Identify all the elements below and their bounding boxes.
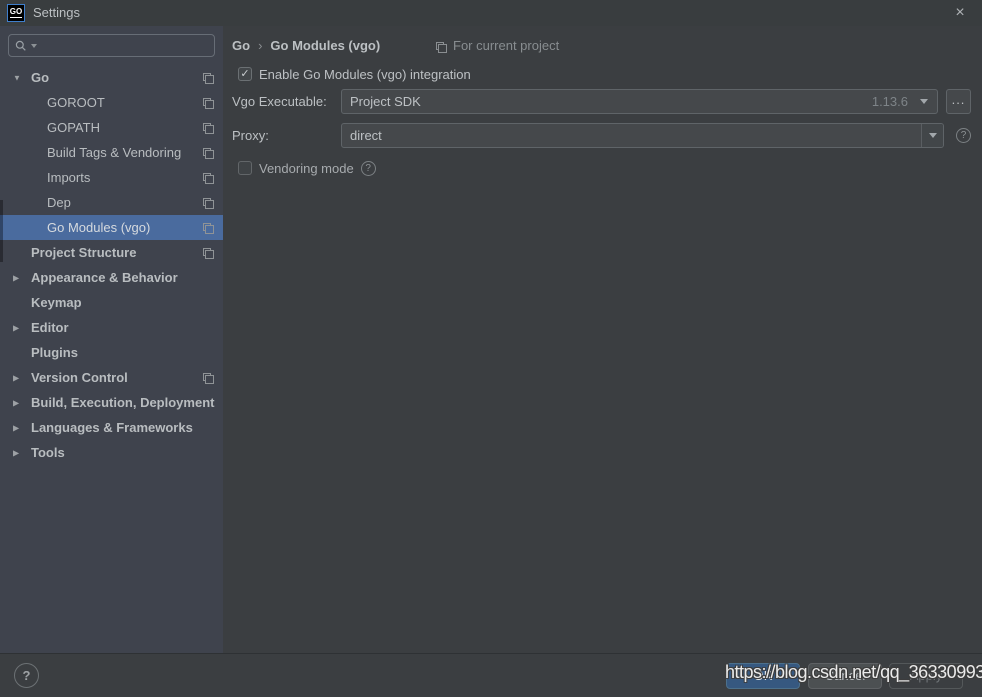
vendoring-mode-checkbox[interactable] xyxy=(238,161,252,175)
sidebar-item-label: Version Control xyxy=(31,370,128,385)
sidebar-item-label: Keymap xyxy=(31,295,82,310)
sidebar-item-label: Editor xyxy=(31,320,69,335)
breadcrumb-go[interactable]: Go xyxy=(232,38,250,53)
sidebar-item-label: Go Modules (vgo) xyxy=(47,220,150,235)
sidebar-item-tools[interactable]: ▶ Tools xyxy=(0,440,223,465)
per-project-settings-icon xyxy=(202,172,214,184)
sidebar-item-dep[interactable]: Dep xyxy=(0,190,223,215)
sidebar-item-label: GOROOT xyxy=(47,95,105,110)
sidebar-item-label: Go xyxy=(31,70,49,85)
enable-go-modules-label: Enable Go Modules (vgo) integration xyxy=(259,67,471,82)
per-project-settings-icon xyxy=(202,147,214,159)
settings-tree: ▼ Go GOROOT GOPATH Build Tags & Vendoring Imp… xyxy=(0,65,223,465)
per-project-settings-icon xyxy=(202,72,214,84)
sidebar-item-go[interactable]: ▼ Go xyxy=(0,65,223,90)
sidebar-item-label: Appearance & Behavior xyxy=(31,270,178,285)
sidebar-item-imports[interactable]: Imports xyxy=(0,165,223,190)
sidebar-item-languages-frameworks[interactable]: ▶ Languages & Frameworks xyxy=(0,415,223,440)
proxy-help-icon[interactable]: ? xyxy=(956,128,971,143)
sidebar-item-label: Build Tags & Vendoring xyxy=(47,145,181,160)
proxy-label: Proxy: xyxy=(232,123,269,148)
browse-button[interactable]: ... xyxy=(946,89,971,114)
sidebar-item-project-structure[interactable]: Project Structure xyxy=(0,240,223,265)
sidebar-item-appearance-behavior[interactable]: ▶ Appearance & Behavior xyxy=(0,265,223,290)
scope-label: For current project xyxy=(453,38,559,53)
sidebar-item-plugins[interactable]: Plugins xyxy=(0,340,223,365)
proxy-combobox[interactable]: direct xyxy=(341,123,944,148)
per-project-settings-icon xyxy=(202,122,214,134)
chevron-right-icon[interactable]: ▶ xyxy=(13,273,19,282)
window-titlebar: GO Settings × xyxy=(0,0,982,26)
per-project-settings-icon xyxy=(435,41,447,53)
settings-search-input[interactable] xyxy=(37,39,214,53)
breadcrumb-go-modules: Go Modules (vgo) xyxy=(270,38,380,53)
vendoring-mode-row: Vendoring mode ? xyxy=(238,160,376,176)
settings-search-box[interactable] xyxy=(8,34,215,57)
watermark-text: https://blog.csdn.net/qq_36330993 xyxy=(725,662,982,683)
sidebar-item-label: Build, Execution, Deployment xyxy=(31,395,214,410)
sidebar-item-label: GOPATH xyxy=(47,120,100,135)
sidebar-item-label: Dep xyxy=(47,195,71,210)
vendoring-help-icon[interactable]: ? xyxy=(361,161,376,176)
breadcrumb: Go › Go Modules (vgo) xyxy=(232,36,380,54)
sdk-version: 1.13.6 xyxy=(872,94,908,109)
chevron-down-icon[interactable]: ▼ xyxy=(13,73,21,82)
sidebar-item-label: Tools xyxy=(31,445,65,460)
check-icon: ✓ xyxy=(240,69,249,80)
sidebar-item-label: Imports xyxy=(47,170,90,185)
sidebar-item-goroot[interactable]: GOROOT xyxy=(0,90,223,115)
sidebar-item-label: Languages & Frameworks xyxy=(31,420,193,435)
per-project-settings-icon xyxy=(202,247,214,259)
settings-content-panel: Go › Go Modules (vgo) For current projec… xyxy=(223,26,982,653)
close-icon[interactable]: × xyxy=(950,0,970,26)
per-project-settings-icon xyxy=(202,97,214,109)
chevron-right-icon[interactable]: ▶ xyxy=(13,398,19,407)
chevron-right-icon[interactable]: ▶ xyxy=(13,423,19,432)
chevron-right-icon[interactable]: ▶ xyxy=(13,448,19,457)
sidebar-item-version-control[interactable]: ▶ Version Control xyxy=(0,365,223,390)
per-project-settings-icon xyxy=(202,372,214,384)
sidebar-item-go-modules-vgo[interactable]: Go Modules (vgo) xyxy=(0,215,223,240)
breadcrumb-separator-icon: › xyxy=(258,38,262,53)
proxy-value: direct xyxy=(342,128,921,143)
vgo-executable-label: Vgo Executable: xyxy=(232,89,327,114)
sidebar-item-editor[interactable]: ▶ Editor xyxy=(0,315,223,340)
sidebar-item-keymap[interactable]: Keymap xyxy=(0,290,223,315)
search-icon xyxy=(15,40,27,52)
per-project-settings-icon xyxy=(202,197,214,209)
goland-logo-icon: GO xyxy=(7,4,25,22)
chevron-down-icon xyxy=(929,133,937,138)
sidebar-item-label: Plugins xyxy=(31,345,78,360)
sidebar-item-gopath[interactable]: GOPATH xyxy=(0,115,223,140)
sidebar-scrollbar[interactable] xyxy=(0,200,3,262)
enable-go-modules-row: ✓ Enable Go Modules (vgo) integration xyxy=(238,66,471,82)
vendoring-mode-label: Vendoring mode xyxy=(259,161,354,176)
sidebar-item-build-execution-deployment[interactable]: ▶ Build, Execution, Deployment xyxy=(0,390,223,415)
proxy-dropdown-button[interactable] xyxy=(921,124,943,147)
per-project-settings-icon xyxy=(202,222,214,234)
help-button[interactable]: ? xyxy=(14,663,39,688)
chevron-right-icon[interactable]: ▶ xyxy=(13,323,19,332)
sidebar-item-label: Project Structure xyxy=(31,245,136,260)
vgo-executable-value: Project SDK xyxy=(342,94,872,109)
settings-sidebar: ▼ Go GOROOT GOPATH Build Tags & Vendoring Imp… xyxy=(0,26,223,653)
vgo-executable-select[interactable]: Project SDK 1.13.6 xyxy=(341,89,938,114)
window-title: Settings xyxy=(33,0,80,26)
sidebar-item-build-tags-vendoring[interactable]: Build Tags & Vendoring xyxy=(0,140,223,165)
enable-go-modules-checkbox[interactable]: ✓ xyxy=(238,67,252,81)
scope-indicator: For current project xyxy=(435,38,559,53)
chevron-down-icon[interactable] xyxy=(920,99,928,104)
chevron-right-icon[interactable]: ▶ xyxy=(13,373,19,382)
